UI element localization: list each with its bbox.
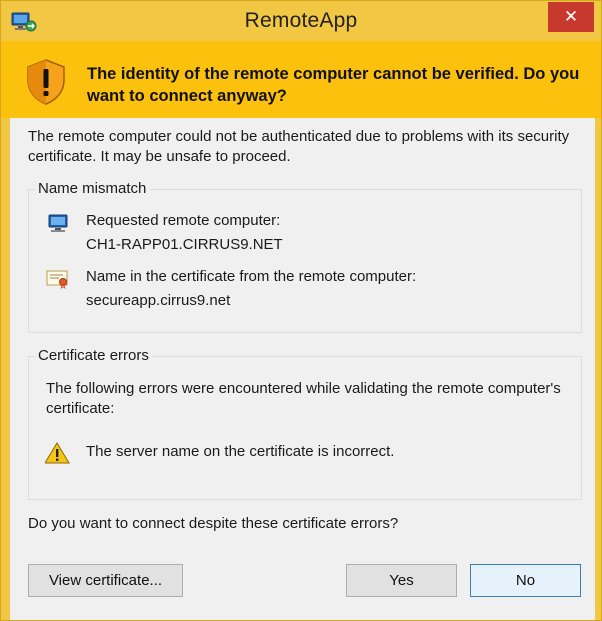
certificate-icon — [45, 268, 71, 290]
certificate-errors-label: Certificate errors — [35, 347, 152, 364]
window-title: RemoteApp — [244, 9, 358, 32]
warning-banner: The identity of the remote computer cann… — [1, 41, 601, 118]
remoteapp-dialog: RemoteApp ✕ The identity of the remote c… — [0, 0, 602, 621]
yes-button[interactable]: Yes — [346, 564, 457, 597]
certificate-name-label: Name in the certificate from the remote … — [86, 268, 417, 285]
warning-icon — [44, 442, 71, 464]
title-bar[interactable]: RemoteApp ✕ — [1, 1, 601, 41]
certificate-errors-group: Certificate errors The following errors … — [28, 347, 582, 500]
warning-shield-icon — [24, 58, 68, 106]
intro-text: The remote computer could not be authent… — [28, 128, 570, 165]
certificate-errors-description: The following errors were encountered wh… — [46, 380, 561, 417]
requested-computer-label: Requested remote computer: — [86, 212, 281, 229]
name-mismatch-label: Name mismatch — [35, 180, 150, 197]
name-mismatch-group: Name mismatch Requested remote computer:… — [28, 180, 582, 333]
banner-message: The identity of the remote computer cann… — [87, 65, 580, 105]
close-button[interactable]: ✕ — [548, 2, 594, 32]
view-certificate-button[interactable]: View certificate... — [28, 564, 183, 597]
connect-question: Do you want to connect despite these cer… — [28, 515, 399, 532]
close-icon: ✕ — [563, 7, 579, 26]
no-button[interactable]: No — [470, 564, 581, 597]
remote-computer-icon — [45, 212, 71, 234]
dialog-body: The remote computer could not be authent… — [10, 118, 595, 620]
requested-computer-value: CH1-RAPP01.CIRRUS9.NET — [86, 236, 283, 253]
certificate-name-value: secureapp.cirrus9.net — [86, 292, 231, 309]
certificate-error-item: The server name on the certificate is in… — [86, 443, 395, 460]
